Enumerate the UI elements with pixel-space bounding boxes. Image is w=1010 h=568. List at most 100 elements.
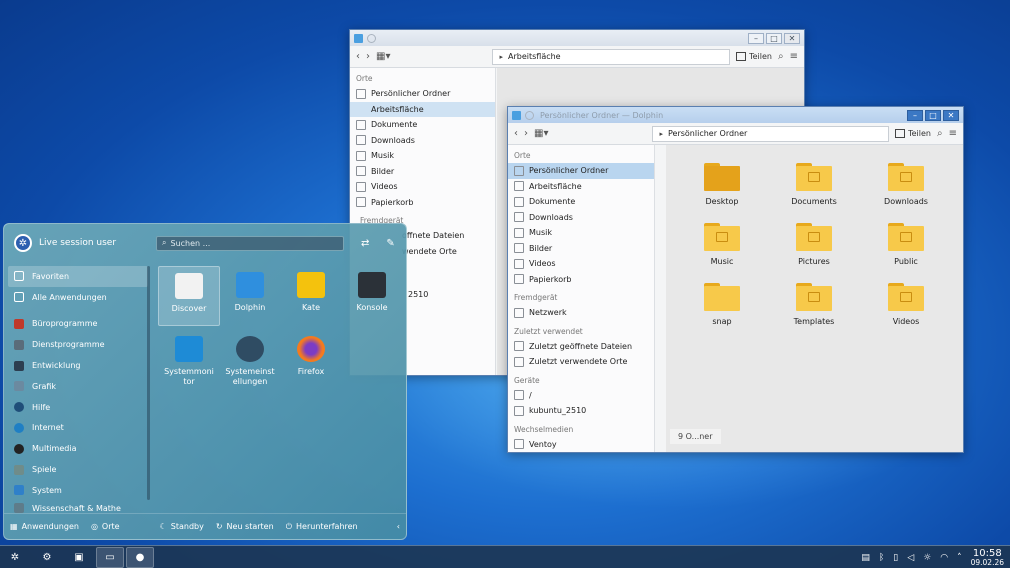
category-multimedia[interactable]: Multimedia — [8, 438, 148, 459]
share-button[interactable]: Teilen — [895, 129, 931, 138]
place-desktop[interactable]: Arbeitsfläche — [350, 101, 495, 117]
place-documents[interactable]: Dokumente — [350, 117, 495, 133]
close-button[interactable]: ✕ — [784, 32, 800, 44]
app-dolphin[interactable]: Dolphin — [219, 266, 281, 313]
bluetooth-icon[interactable]: ᛒ — [879, 553, 884, 563]
category-science[interactable]: Wissenschaft & Mathe — [8, 501, 148, 513]
front-location-bar[interactable]: ▸ Persönlicher Ordner — [652, 125, 890, 142]
brightness-icon[interactable]: ☼ — [923, 553, 931, 563]
kde-menu-button[interactable]: ✲ — [0, 547, 30, 568]
place-pictures[interactable]: Bilder — [350, 164, 495, 180]
volume-icon[interactable]: ◁ — [907, 553, 914, 563]
restart-button[interactable]: ↻ Neu starten — [216, 522, 274, 531]
pin-icon[interactable] — [367, 33, 376, 43]
device-root[interactable]: / — [508, 388, 654, 404]
app-kate[interactable]: Kate — [280, 266, 342, 313]
place-downloads[interactable]: Downloads — [508, 210, 654, 226]
front-dolphin-window[interactable]: Persönlicher Ordner — Dolphin – □ ✕ ‹ › … — [507, 106, 964, 453]
launcher-search-input[interactable]: ⌕ Suchen ... — [156, 235, 344, 251]
settings-task[interactable]: ⚙ — [32, 547, 62, 568]
folder-pictures[interactable]: Pictures — [774, 223, 854, 266]
folder-snap[interactable]: snap — [682, 283, 762, 326]
folder-videos[interactable]: Videos — [866, 283, 946, 326]
minimize-button[interactable]: – — [748, 32, 764, 44]
app-konsole[interactable]: Konsole — [341, 266, 403, 313]
place-home[interactable]: Persönlicher Ordner — [508, 163, 654, 179]
shutdown-button[interactable]: ⏻ Herunterfahren — [286, 522, 358, 532]
place-downloads[interactable]: Downloads — [350, 133, 495, 149]
hamburger-menu-icon[interactable]: ≡ — [790, 51, 798, 62]
place-network[interactable]: Netzwerk — [508, 305, 654, 321]
places-tab[interactable]: ◎ Orte — [91, 522, 120, 531]
app-discover[interactable]: Discover — [158, 266, 220, 326]
category-favorites[interactable]: Favoriten — [8, 266, 148, 287]
folder-music[interactable]: Music — [682, 223, 762, 266]
maximize-button[interactable]: □ — [925, 109, 941, 121]
place-home[interactable]: Persönlicher Ordner — [350, 86, 495, 102]
folder-documents[interactable]: Documents — [774, 163, 854, 206]
close-button[interactable]: ✕ — [943, 109, 959, 121]
firefox-task[interactable]: ● — [126, 546, 154, 568]
folder-downloads[interactable]: Downloads — [866, 163, 946, 206]
folder-templates[interactable]: Templates — [774, 283, 854, 326]
place-documents[interactable]: Dokumente — [508, 194, 654, 210]
pin-icon[interactable]: ✎ — [386, 238, 394, 249]
wifi-icon[interactable]: ◠ — [940, 553, 948, 563]
hamburger-menu-icon[interactable]: ≡ — [949, 128, 957, 139]
forward-arrow-icon[interactable]: › — [524, 128, 528, 139]
clock[interactable]: 10:58 09.02.26 — [971, 548, 1004, 567]
search-icon[interactable]: ⌕ — [778, 51, 784, 62]
device-icon[interactable]: ▯ — [893, 553, 898, 563]
category-games[interactable]: Spiele — [8, 459, 148, 480]
clipboard-icon[interactable]: ▤ — [861, 553, 870, 563]
folder-view[interactable]: Desktop Documents Downloads Music Pictur… — [666, 145, 963, 452]
recent-places[interactable]: Zuletzt verwendete Orte — [508, 354, 654, 370]
recent-files[interactable]: Zuletzt geöffnete Dateien — [508, 339, 654, 355]
standby-button[interactable]: ☾ Standby — [160, 522, 204, 531]
category-graphics[interactable]: Grafik — [8, 376, 148, 397]
back-location-bar[interactable]: ▸ Arbeitsfläche — [492, 48, 731, 65]
discover-task[interactable]: ▣ — [64, 547, 94, 568]
configure-icon[interactable]: ⇄ — [361, 238, 369, 249]
category-system[interactable]: System — [8, 480, 148, 501]
folder-desktop[interactable]: Desktop — [682, 163, 762, 206]
category-internet[interactable]: Internet — [8, 418, 148, 439]
place-trash[interactable]: Papierkorb — [508, 272, 654, 288]
category-development[interactable]: Entwicklung — [8, 355, 148, 376]
share-button[interactable]: Teilen — [736, 52, 772, 61]
view-mode-icon[interactable]: ▦▾ — [534, 128, 548, 139]
view-mode-icon[interactable]: ▦▾ — [376, 51, 390, 62]
back-arrow-icon[interactable]: ‹ — [356, 51, 360, 62]
applications-tab[interactable]: ▦ Anwendungen — [10, 522, 79, 531]
dolphin-task[interactable]: ▭ — [96, 546, 124, 568]
user-avatar-icon[interactable]: ✲ — [14, 234, 32, 252]
app-system-monitor[interactable]: Systemmonitor — [158, 330, 220, 387]
folder-public[interactable]: Public — [866, 223, 946, 266]
place-trash[interactable]: Papierkorb — [350, 195, 495, 211]
place-videos[interactable]: Videos — [350, 179, 495, 195]
category-all-apps[interactable]: Alle Anwendungen — [8, 287, 148, 308]
place-pictures[interactable]: Bilder — [508, 241, 654, 257]
category-office[interactable]: Büroprogramme — [8, 314, 148, 335]
maximize-button[interactable]: □ — [766, 32, 782, 44]
back-arrow-icon[interactable]: ‹ — [514, 128, 518, 139]
place-music[interactable]: Musik — [508, 225, 654, 241]
pin-icon[interactable] — [525, 110, 534, 120]
device-ventoy[interactable]: Ventoy — [508, 437, 654, 453]
expand-tray-icon[interactable]: ˄ — [957, 553, 962, 563]
place-desktop[interactable]: Arbeitsfläche — [508, 179, 654, 195]
scrollbar[interactable] — [147, 266, 150, 500]
minimize-button[interactable]: – — [907, 109, 923, 121]
app-system-settings[interactable]: Systemeinstellungen — [219, 330, 281, 387]
place-videos[interactable]: Videos — [508, 256, 654, 272]
back-window-titlebar[interactable]: – □ ✕ — [350, 30, 804, 46]
category-help[interactable]: Hilfe — [8, 397, 148, 418]
forward-arrow-icon[interactable]: › — [366, 51, 370, 62]
search-icon[interactable]: ⌕ — [937, 128, 943, 139]
app-firefox[interactable]: Firefox — [280, 330, 342, 377]
leave-options-button[interactable]: ‹ — [397, 522, 400, 531]
front-window-titlebar[interactable]: Persönlicher Ordner — Dolphin – □ ✕ — [508, 107, 963, 123]
device-kubuntu[interactable]: kubuntu_2510 — [508, 403, 654, 419]
place-music[interactable]: Musik — [350, 148, 495, 164]
category-utilities[interactable]: Dienstprogramme — [8, 334, 148, 355]
